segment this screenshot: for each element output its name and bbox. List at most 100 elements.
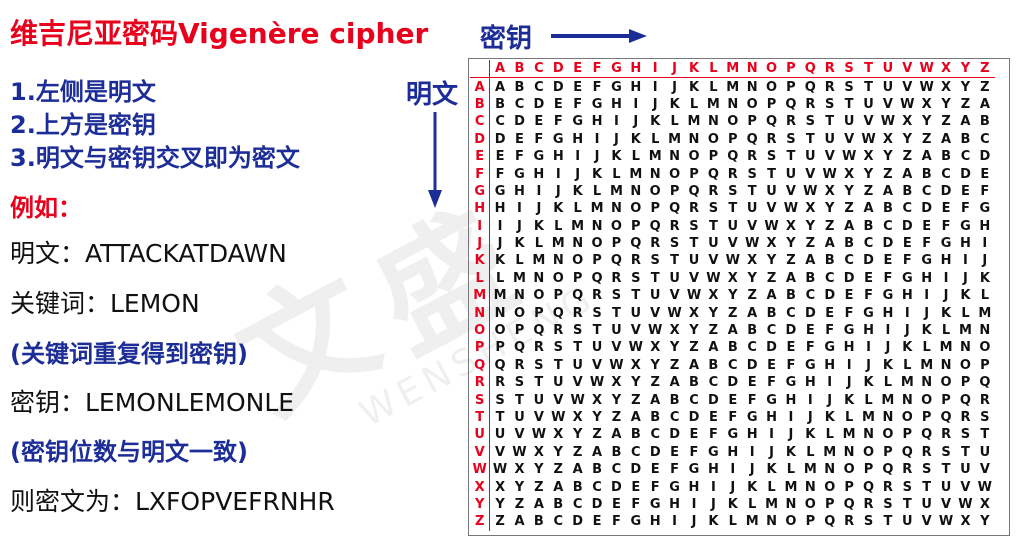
tableau-cell: W [822, 166, 837, 182]
tableau-cell: S [611, 288, 622, 304]
tableau-cell: C [960, 149, 971, 165]
tableau-cell: W [570, 392, 585, 408]
tableau-cell: C [650, 427, 660, 443]
tableau-cell: O [572, 253, 584, 269]
tableau-cell: L [670, 114, 679, 130]
tableau-cell: G [766, 392, 777, 408]
tableau-cell: V [805, 166, 816, 182]
key-letter-header: U [878, 60, 898, 79]
tableau-row: RRSTUVWXYZABCDEFGHIJKLMNOPQ [470, 374, 995, 392]
tableau-cell: Y [631, 375, 641, 391]
tableau-cell: V [495, 444, 506, 460]
tableau-cell: Q [649, 218, 661, 234]
tableau-cell: D [921, 201, 933, 217]
tableau-cell: A [747, 305, 758, 321]
key-letter-header: G [606, 60, 627, 79]
tableau-cell: V [650, 305, 661, 321]
tableau-cell: I [943, 270, 949, 286]
tableau-cell: K [766, 462, 777, 478]
tableau-cell: F [844, 305, 854, 321]
plaintext-letter-header: V [470, 443, 491, 461]
tableau-cell: X [611, 375, 622, 391]
tableau-cell: P [805, 514, 816, 530]
tableau-cell: Y [728, 288, 738, 304]
tableau-cell: N [746, 79, 758, 95]
tableau-cell: D [533, 96, 545, 112]
tableau-cell: M [648, 149, 662, 165]
plaintext-letter-header: C [470, 113, 491, 131]
tableau-cell: H [940, 253, 952, 269]
tableau-cell: O [824, 479, 836, 495]
tableau-cell: N [921, 375, 933, 391]
tableau-cell: D [960, 166, 971, 182]
tableau-cell: I [807, 392, 813, 408]
tableau-cell: U [572, 357, 583, 373]
tableau-cell: N [630, 183, 642, 199]
tableau-cell: H [591, 114, 603, 130]
tableau-cell: W [744, 236, 760, 252]
tableau-cell: D [630, 462, 642, 478]
tableau-cell: Q [669, 201, 681, 217]
tableau-cell: J [982, 253, 988, 269]
rule-top-key: 2.上方是密钥 [10, 111, 156, 139]
key-letter-header: Z [975, 60, 995, 79]
tableau-cell: L [980, 288, 989, 304]
tableau-cell: Z [728, 305, 738, 321]
tableau-cell: C [689, 392, 699, 408]
tableau-cell: C [747, 340, 757, 356]
tableau-cell: M [765, 496, 779, 512]
tableau-cell: L [728, 514, 737, 530]
tableau-cell: W [551, 410, 566, 425]
tableau-cell: Y [572, 427, 583, 443]
tableau-cell: N [940, 357, 952, 373]
tableau-cell: Q [707, 166, 719, 182]
tableau-cell: D [611, 479, 622, 495]
tableau-cell: M [629, 166, 643, 182]
tableau-cell: R [533, 340, 544, 356]
tableau-cell: K [863, 375, 874, 391]
tableau-cell: Q [862, 479, 875, 495]
tableau-cell: W [512, 444, 527, 460]
tableau-cell: F [689, 444, 699, 460]
slide-title: 维吉尼亚密码Vigenère cipher [10, 17, 429, 50]
plaintext-letter-header: Z [470, 513, 491, 531]
tableau-cell: S [844, 79, 854, 95]
tableau-cell: X [785, 218, 796, 234]
tableau-cell: L [631, 149, 640, 165]
tableau-cell: F [941, 218, 951, 234]
tableau-cell: X [572, 410, 583, 425]
tableau-cell: N [843, 444, 855, 460]
tableau-cell: W [609, 357, 624, 373]
key-letter-header: O [761, 60, 782, 79]
tableau-cell: G [591, 96, 603, 112]
tableau-cell: K [979, 270, 990, 286]
tableau-cell: J [710, 496, 716, 512]
tableau-cell: H [882, 305, 894, 321]
tableau-cell: U [824, 131, 835, 147]
tableau-cell: U [630, 305, 642, 321]
tableau-cell: R [844, 514, 855, 530]
key-letter-header: W [916, 60, 937, 79]
tableau-row: JJKLMNOPQRSTUVWXYZABCDEFGHI [470, 234, 995, 253]
tableau-cell: I [963, 253, 968, 269]
plaintext-letter-header: Q [470, 356, 491, 375]
tableau-cell: G [727, 427, 739, 443]
tableau-cell: E [767, 357, 776, 373]
tableau-cell: U [611, 323, 622, 339]
tableau-cell: W [919, 79, 934, 95]
tableau-cell: K [921, 323, 932, 339]
tableau-cell: Y [766, 253, 777, 269]
tableau-cell: X [495, 479, 506, 495]
tableau-cell: W [861, 131, 876, 147]
key-letter-header: I [645, 60, 665, 79]
tableau-cell: U [669, 270, 680, 286]
plaintext-letter-header: N [470, 304, 491, 322]
key-letter-header: C [529, 60, 549, 79]
tableau-cell: T [534, 375, 544, 391]
plaintext-letter-header: R [470, 374, 491, 392]
tableau-cell: L [573, 201, 582, 217]
tableau-cell: M [609, 183, 623, 199]
tableau-cell: H [688, 479, 700, 495]
tableau-cell: S [960, 427, 971, 443]
tableau-cell: G [669, 479, 680, 495]
